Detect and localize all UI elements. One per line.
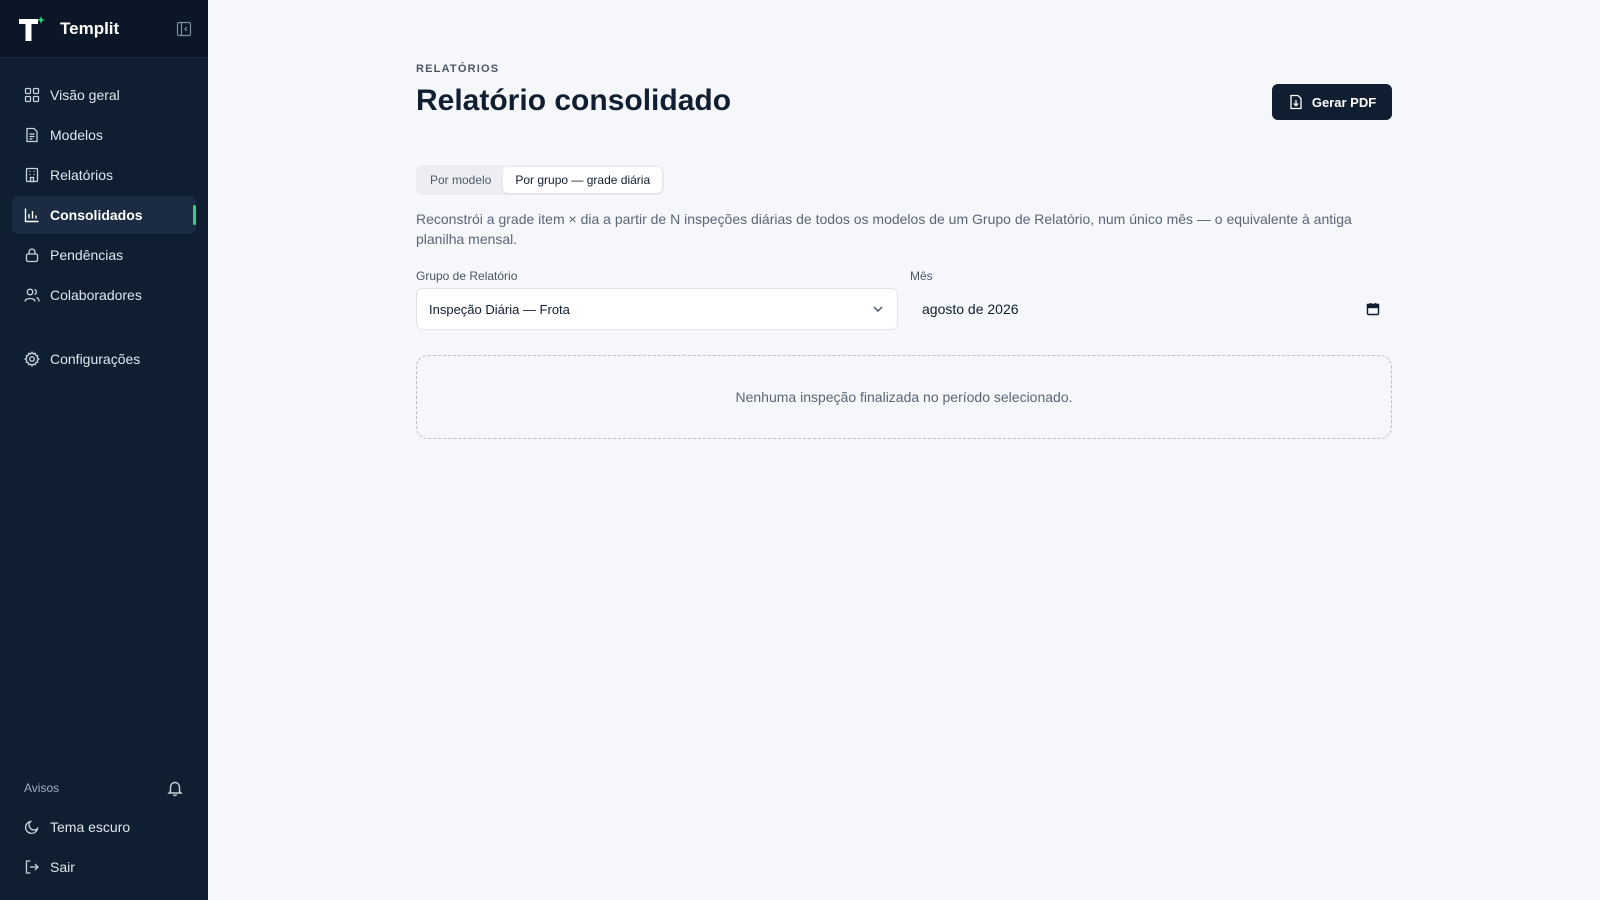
sidebar-item-label: Configurações bbox=[50, 351, 141, 367]
group-select[interactable]: Inspeção Diária — Frota bbox=[416, 288, 898, 330]
logout-label: Sair bbox=[50, 859, 75, 875]
logout-button[interactable]: Sair bbox=[12, 848, 196, 886]
sidebar-nav: Visão geral Modelos Relatórios Consolida… bbox=[0, 58, 208, 378]
sidebar-item-visao-geral[interactable]: Visão geral bbox=[12, 76, 196, 114]
sidebar-item-label: Relatórios bbox=[50, 167, 114, 183]
month-input[interactable]: agosto de 2026 bbox=[910, 288, 1392, 330]
generate-pdf-label: Gerar PDF bbox=[1311, 94, 1377, 110]
sidebar-item-consolidados[interactable]: Consolidados bbox=[12, 196, 196, 234]
empty-state: Nenhuma inspeção finalizada no período s… bbox=[416, 355, 1392, 439]
breadcrumb: RELATÓRIOS bbox=[416, 63, 500, 75]
logout-icon bbox=[25, 860, 39, 874]
sidebar-item-colaboradores[interactable]: Colaboradores bbox=[12, 276, 196, 314]
avisos-label: Avisos bbox=[24, 781, 60, 795]
sidebar-footer: Avisos Tema escuro Sair bbox=[0, 770, 208, 888]
bell-icon[interactable] bbox=[166, 779, 184, 797]
document-icon bbox=[26, 127, 38, 143]
report-mode-tabs: Por modelo Por grupo — grade diária bbox=[416, 165, 665, 195]
sidebar-item-label: Pendências bbox=[50, 247, 124, 263]
sidebar: Templit Visão geral Modelos Relatórios C… bbox=[0, 0, 208, 900]
grid-icon bbox=[24, 87, 40, 103]
avisos-row: Avisos bbox=[12, 770, 196, 806]
file-download-icon bbox=[1290, 94, 1302, 110]
chevron-down-icon bbox=[873, 306, 883, 313]
brand-header: Templit bbox=[0, 0, 208, 58]
month-input-value: agosto de 2026 bbox=[922, 301, 1019, 317]
building-icon bbox=[25, 167, 39, 183]
sidebar-item-relatorios[interactable]: Relatórios bbox=[12, 156, 196, 194]
sidebar-item-label: Modelos bbox=[50, 127, 103, 143]
sidebar-item-configuracoes[interactable]: Configurações bbox=[12, 340, 196, 378]
empty-state-message: Nenhuma inspeção finalizada no período s… bbox=[735, 389, 1073, 405]
group-select-value: Inspeção Diária — Frota bbox=[429, 301, 570, 317]
sidebar-item-label: Colaboradores bbox=[50, 287, 142, 303]
sidebar-item-pendencias[interactable]: Pendências bbox=[12, 236, 196, 274]
bar-chart-icon bbox=[24, 208, 39, 223]
sidebar-item-label: Consolidados bbox=[50, 207, 143, 223]
brand-name: Templit bbox=[60, 18, 120, 38]
tab-por-modelo[interactable]: Por modelo bbox=[418, 167, 503, 193]
templit-logo-icon bbox=[16, 14, 46, 44]
generate-pdf-button[interactable]: Gerar PDF bbox=[1272, 84, 1392, 120]
theme-toggle-label: Tema escuro bbox=[50, 819, 131, 835]
page-title: Relatório consolidado bbox=[416, 84, 732, 117]
sidebar-item-modelos[interactable]: Modelos bbox=[12, 116, 196, 154]
theme-toggle[interactable]: Tema escuro bbox=[12, 808, 196, 846]
users-icon bbox=[24, 288, 40, 302]
lock-icon bbox=[25, 248, 39, 263]
moon-icon bbox=[24, 820, 39, 835]
gear-icon bbox=[24, 351, 40, 367]
month-field-label: Mês bbox=[910, 269, 933, 283]
calendar-icon[interactable] bbox=[1366, 302, 1380, 316]
sidebar-item-label: Visão geral bbox=[50, 87, 120, 103]
tab-por-grupo[interactable]: Por grupo — grade diária bbox=[503, 167, 663, 193]
group-field-label: Grupo de Relatório bbox=[416, 269, 518, 283]
page-description: Reconstrói a grade item × dia a partir d… bbox=[416, 211, 1352, 247]
collapse-sidebar-icon[interactable] bbox=[176, 21, 192, 37]
